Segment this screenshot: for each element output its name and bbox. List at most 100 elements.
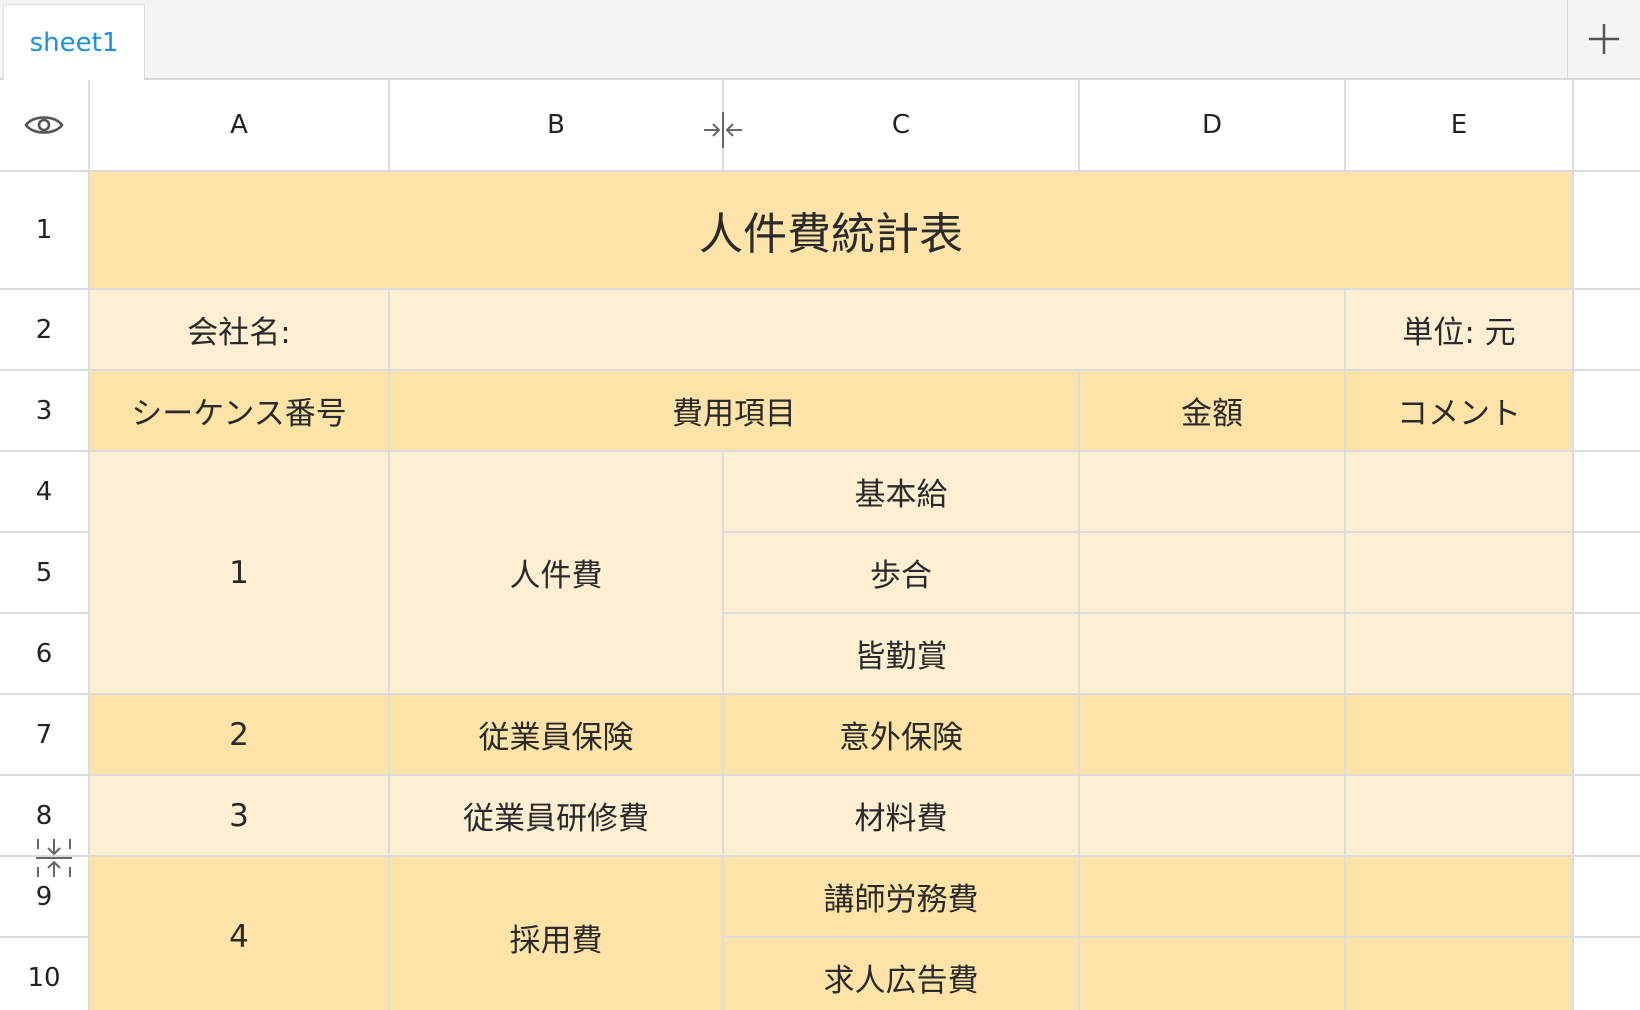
row-label: 5 xyxy=(35,557,53,588)
column-label: D xyxy=(1201,110,1223,140)
row-header-2[interactable]: 2 xyxy=(0,290,90,371)
sheet-tab-label: sheet1 xyxy=(29,27,119,58)
comment-cell[interactable] xyxy=(1346,938,1574,1010)
row-resize-icon[interactable] xyxy=(34,837,74,879)
row-label: 9 xyxy=(35,881,53,912)
category-cell-4[interactable]: 採用費 xyxy=(390,857,724,1010)
empty-cell[interactable] xyxy=(1574,614,1640,695)
company-value-cell[interactable] xyxy=(390,290,1346,371)
column-header-b[interactable]: B xyxy=(390,80,724,172)
amount-cell[interactable] xyxy=(1080,776,1346,857)
item-value: 基本給 xyxy=(854,477,948,513)
amount-cell[interactable] xyxy=(1080,452,1346,533)
item-value: 皆勤賞 xyxy=(854,639,948,675)
eye-icon[interactable] xyxy=(24,112,64,138)
comment-cell[interactable] xyxy=(1346,533,1574,614)
item-value: 意外保険 xyxy=(839,720,963,756)
empty-cell[interactable] xyxy=(1574,452,1640,533)
header-item-cell[interactable]: 費用項目 xyxy=(390,371,1080,452)
header-amount-cell[interactable]: 金額 xyxy=(1080,371,1346,452)
header-seq: シーケンス番号 xyxy=(131,396,347,432)
column-header-a[interactable]: A xyxy=(90,80,390,172)
comment-cell[interactable] xyxy=(1346,452,1574,533)
header-seq-cell[interactable]: シーケンス番号 xyxy=(90,371,390,452)
spreadsheet-grid: A B C D E 1 2 3 4 5 6 7 8 9 10 人件費統計表 会社… xyxy=(0,80,1640,1010)
item-value: 材料費 xyxy=(854,801,948,837)
row-label: 1 xyxy=(35,215,53,245)
company-label-cell[interactable]: 会社名: xyxy=(90,290,390,371)
row-label: 4 xyxy=(35,476,53,507)
row-label: 10 xyxy=(27,962,61,993)
empty-cell[interactable] xyxy=(1574,371,1640,452)
row-label: 7 xyxy=(35,719,53,750)
seq-value: 3 xyxy=(229,797,249,834)
title-cell[interactable]: 人件費統計表 xyxy=(90,172,1574,290)
empty-cell[interactable] xyxy=(1574,172,1640,290)
empty-cell[interactable] xyxy=(1574,533,1640,614)
empty-cell[interactable] xyxy=(1574,938,1640,1010)
empty-cell[interactable] xyxy=(1574,695,1640,776)
item-value: 求人広告費 xyxy=(823,963,979,999)
amount-cell[interactable] xyxy=(1080,533,1346,614)
row-header-5[interactable]: 5 xyxy=(0,533,90,614)
column-resize-icon[interactable] xyxy=(702,110,744,150)
plus-icon xyxy=(1589,24,1619,54)
category-value: 人件費 xyxy=(509,558,603,594)
column-header-c[interactable]: C xyxy=(724,80,1080,172)
category-cell-3[interactable]: 従業員研修費 xyxy=(390,776,724,857)
comment-cell[interactable] xyxy=(1346,614,1574,695)
row-header-10[interactable]: 10 xyxy=(0,938,90,1010)
category-cell-2[interactable]: 従業員保険 xyxy=(390,695,724,776)
column-header-f[interactable] xyxy=(1574,80,1640,172)
item-cell[interactable]: 基本給 xyxy=(724,452,1080,533)
amount-cell[interactable] xyxy=(1080,938,1346,1010)
sheet-tab-sheet1[interactable]: sheet1 xyxy=(3,4,145,80)
add-sheet-button[interactable] xyxy=(1567,0,1640,78)
seq-cell-2[interactable]: 2 xyxy=(90,695,390,776)
header-amount: 金額 xyxy=(1181,396,1243,432)
category-cell-1[interactable]: 人件費 xyxy=(390,452,724,695)
item-value: 講師労務費 xyxy=(823,882,979,918)
sheet-tab-bar: sheet1 xyxy=(0,0,1640,80)
column-label: A xyxy=(230,110,248,140)
amount-cell[interactable] xyxy=(1080,857,1346,938)
row-label: 8 xyxy=(35,800,53,831)
item-cell[interactable]: 意外保険 xyxy=(724,695,1080,776)
seq-cell-4[interactable]: 4 xyxy=(90,857,390,1010)
header-comment: コメント xyxy=(1397,396,1521,432)
category-value: 従業員保険 xyxy=(478,720,634,756)
seq-value: 4 xyxy=(229,919,249,955)
select-all-corner[interactable] xyxy=(0,80,90,172)
comment-cell[interactable] xyxy=(1346,776,1574,857)
amount-cell[interactable] xyxy=(1080,695,1346,776)
item-cell[interactable]: 歩合 xyxy=(724,533,1080,614)
row-header-6[interactable]: 6 xyxy=(0,614,90,695)
header-comment-cell[interactable]: コメント xyxy=(1346,371,1574,452)
seq-value: 2 xyxy=(229,716,249,753)
empty-cell[interactable] xyxy=(1574,776,1640,857)
row-header-1[interactable]: 1 xyxy=(0,172,90,290)
column-header-e[interactable]: E xyxy=(1346,80,1574,172)
unit-label: 単位: 元 xyxy=(1402,315,1516,351)
sheet-title: 人件費統計表 xyxy=(699,209,963,260)
column-label: C xyxy=(891,110,911,140)
seq-cell-1[interactable]: 1 xyxy=(90,452,390,695)
unit-label-cell[interactable]: 単位: 元 xyxy=(1346,290,1574,371)
row-header-3[interactable]: 3 xyxy=(0,371,90,452)
seq-value: 1 xyxy=(229,554,249,591)
seq-cell-3[interactable]: 3 xyxy=(90,776,390,857)
item-cell[interactable]: 求人広告費 xyxy=(724,938,1080,1010)
amount-cell[interactable] xyxy=(1080,614,1346,695)
row-label: 2 xyxy=(35,314,53,345)
column-label: B xyxy=(547,110,565,140)
comment-cell[interactable] xyxy=(1346,857,1574,938)
comment-cell[interactable] xyxy=(1346,695,1574,776)
empty-cell[interactable] xyxy=(1574,857,1640,938)
column-header-d[interactable]: D xyxy=(1080,80,1346,172)
item-cell[interactable]: 皆勤賞 xyxy=(724,614,1080,695)
row-header-7[interactable]: 7 xyxy=(0,695,90,776)
empty-cell[interactable] xyxy=(1574,290,1640,371)
item-cell[interactable]: 講師労務費 xyxy=(724,857,1080,938)
item-cell[interactable]: 材料費 xyxy=(724,776,1080,857)
row-header-4[interactable]: 4 xyxy=(0,452,90,533)
